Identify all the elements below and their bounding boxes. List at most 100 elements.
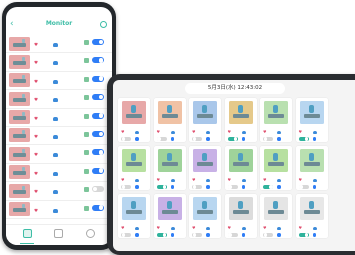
- lungs-icon: [53, 134, 58, 139]
- monitor-toggle[interactable]: [92, 149, 104, 156]
- card-toggle[interactable]: [192, 232, 202, 237]
- bed-card[interactable]: ♥: [153, 194, 186, 238]
- monitor-toggle[interactable]: [92, 167, 104, 174]
- monitor-toggle[interactable]: [92, 186, 104, 193]
- bed-card[interactable]: ♥: [118, 194, 150, 238]
- status-dot-icon: [135, 185, 139, 189]
- card-toggle[interactable]: [298, 136, 309, 141]
- bed-thumbnail: [9, 36, 30, 51]
- monitor-toggle[interactable]: [92, 112, 104, 119]
- bed-card[interactable]: ♥: [260, 194, 292, 238]
- card-toggle[interactable]: [156, 136, 167, 141]
- monitor-toggle[interactable]: [92, 75, 104, 82]
- tablet-device: 5月3日(水) 12:43:02 ♥ ♥ ♥ ♥ ♥ ♥ ♥ ♥ ♥ ♥ ♥ ♥ ♥ ♥ ♥ ♥ ♥ ♥: [107, 74, 355, 255]
- bed-card[interactable]: ♥: [153, 98, 186, 142]
- list-item[interactable]: ♥: [6, 127, 112, 146]
- heart-icon: ♥: [298, 177, 302, 182]
- phone-screen: ‹ Monitor ♥ ♥ ♥ ♥ ♥ ♥ ♥ ♥ ♥ ♥: [6, 7, 112, 245]
- monitor-toggle[interactable]: [92, 39, 104, 45]
- heart-icon: ♥: [34, 208, 39, 214]
- lungs-icon: [135, 227, 139, 230]
- lungs-icon: [135, 179, 139, 182]
- bed-card[interactable]: ♥: [118, 146, 150, 190]
- bed-status-icon: [84, 113, 89, 119]
- status-dot-icon: [206, 185, 210, 189]
- bed-card[interactable]: ♥: [295, 146, 328, 190]
- bed-thumbnail: [9, 128, 30, 143]
- card-toggle[interactable]: [263, 232, 273, 237]
- bed-card[interactable]: ♥: [295, 98, 328, 142]
- list-item[interactable]: ♥: [6, 53, 112, 72]
- card-toggle[interactable]: [121, 184, 131, 189]
- bed-card[interactable]: ♥: [224, 194, 257, 238]
- bed-thumbnail: [193, 197, 217, 220]
- active-tab-indicator: [20, 243, 34, 244]
- heart-icon: ♥: [34, 134, 39, 140]
- list-item[interactable]: ♥: [6, 109, 112, 127]
- monitor-list: ♥ ♥ ♥ ♥ ♥ ♥ ♥ ♥ ♥ ♥: [6, 35, 112, 219]
- card-toggle[interactable]: [192, 136, 202, 141]
- status-dot-icon: [241, 137, 245, 141]
- card-toggle[interactable]: [263, 184, 273, 189]
- monitor-toggle[interactable]: [92, 94, 104, 101]
- list-item[interactable]: ♥: [6, 201, 112, 219]
- list-item[interactable]: ♥: [6, 182, 112, 201]
- card-toggle[interactable]: [298, 232, 309, 237]
- bed-card[interactable]: ♥: [118, 98, 150, 142]
- heart-icon: ♥: [227, 129, 231, 134]
- status-dot-icon: [277, 233, 281, 237]
- bed-thumbnail: [9, 202, 30, 217]
- list-item[interactable]: ♥: [6, 72, 112, 91]
- bed-thumbnail: [193, 149, 217, 172]
- heart-icon: ♥: [156, 129, 160, 134]
- app-header: ‹ Monitor: [6, 17, 112, 33]
- tablet-screen: 5月3日(水) 12:43:02 ♥ ♥ ♥ ♥ ♥ ♥ ♥ ♥ ♥ ♥ ♥ ♥ ♥ ♥ ♥ ♥ ♥ ♥: [113, 80, 355, 251]
- status-dot-icon: [135, 137, 139, 141]
- settings-circle-icon[interactable]: [100, 21, 107, 28]
- bed-thumbnail: [9, 165, 30, 180]
- monitor-tab-icon[interactable]: [23, 229, 32, 238]
- lungs-icon: [206, 227, 210, 230]
- card-toggle[interactable]: [227, 232, 238, 237]
- card-toggle[interactable]: [298, 184, 309, 189]
- gear-icon[interactable]: [86, 229, 95, 238]
- heart-icon: ♥: [34, 98, 39, 104]
- heart-icon: ♥: [298, 129, 302, 134]
- bed-thumbnail: [228, 149, 253, 172]
- bed-card[interactable]: ♥: [189, 146, 221, 190]
- bed-card[interactable]: ♥: [260, 98, 292, 142]
- bed-card[interactable]: ♥: [295, 194, 328, 238]
- card-toggle[interactable]: [227, 184, 238, 189]
- card-toggle[interactable]: [156, 232, 167, 237]
- monitor-toggle[interactable]: [92, 130, 104, 137]
- monitor-toggle[interactable]: [92, 204, 104, 211]
- list-item[interactable]: ♥: [6, 35, 112, 54]
- card-toggle[interactable]: [121, 232, 131, 237]
- bed-thumbnail: [299, 101, 324, 124]
- monitor-toggle[interactable]: [92, 57, 104, 64]
- phone-status-bar: [6, 7, 112, 17]
- lungs-icon: [53, 116, 58, 121]
- lungs-icon: [241, 131, 246, 134]
- bed-card[interactable]: ♥: [224, 146, 257, 190]
- bed-thumbnail: [264, 149, 288, 172]
- bed-card[interactable]: ♥: [224, 98, 257, 142]
- card-toggle[interactable]: [192, 184, 202, 189]
- list-item[interactable]: ♥: [6, 90, 112, 109]
- card-toggle[interactable]: [227, 136, 238, 141]
- bed-card[interactable]: ♥: [189, 194, 221, 238]
- heart-icon: ♥: [121, 129, 125, 134]
- bed-card[interactable]: ♥: [260, 146, 292, 190]
- card-toggle[interactable]: [156, 184, 167, 189]
- bed-card[interactable]: ♥: [153, 146, 186, 190]
- bed-thumbnail: [157, 101, 182, 124]
- lungs-icon: [241, 179, 246, 182]
- card-toggle[interactable]: [121, 136, 131, 141]
- lungs-icon: [206, 131, 210, 134]
- bed-status-icon: [84, 40, 89, 45]
- card-toggle[interactable]: [263, 136, 273, 141]
- bed-card[interactable]: ♥: [189, 98, 221, 142]
- calendar-tab-icon[interactable]: [54, 229, 63, 238]
- list-item[interactable]: ♥: [6, 145, 112, 164]
- list-item[interactable]: ♥: [6, 164, 112, 183]
